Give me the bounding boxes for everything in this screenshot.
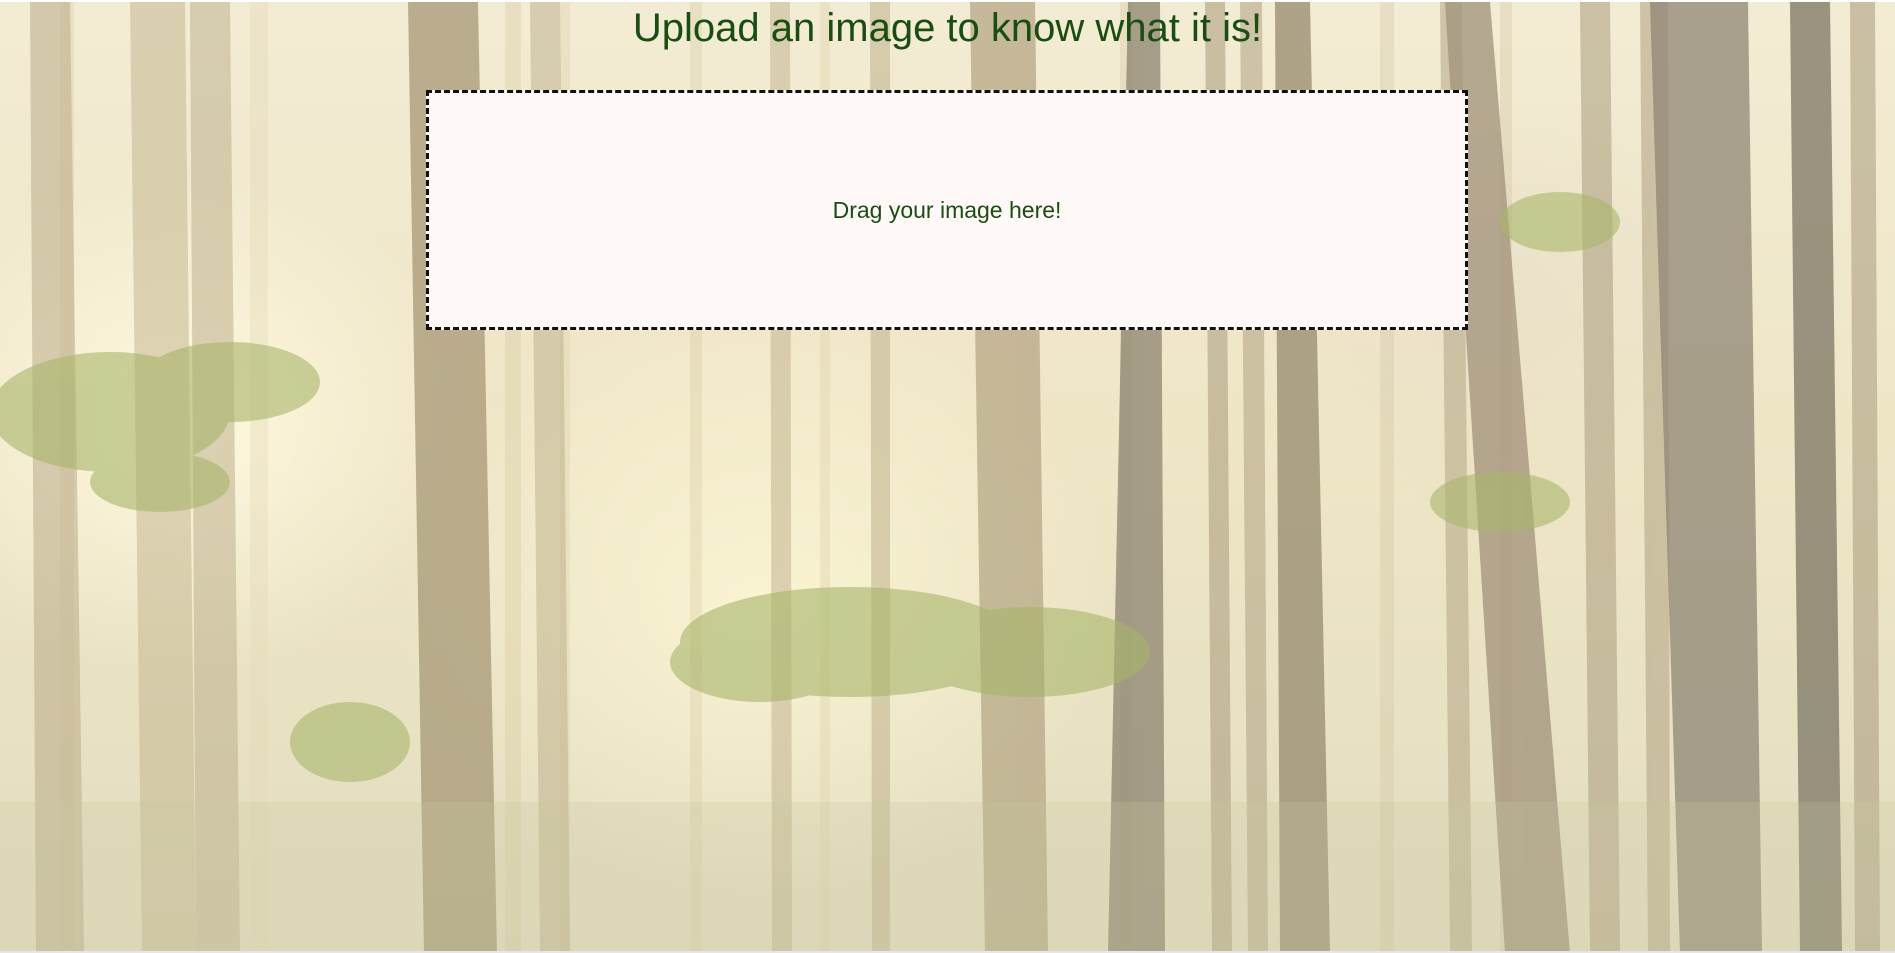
dropzone-label: Drag your image here! — [832, 196, 1062, 223]
image-dropzone[interactable]: Drag your image here! — [426, 90, 1468, 330]
page: Upload an image to know what it is! Drag… — [0, 0, 1895, 953]
page-title: Upload an image to know what it is! — [632, 6, 1263, 50]
